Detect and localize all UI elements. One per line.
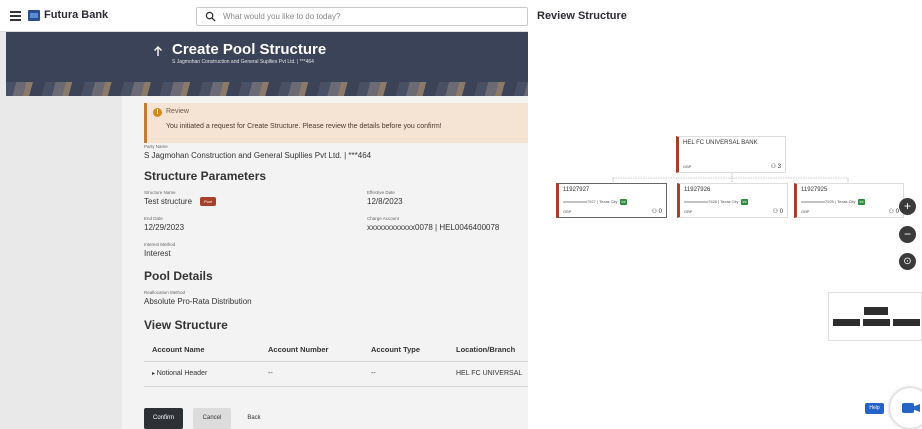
child-node-detail: xxxxxxxxxxxx7926 | Texas City Int — [684, 199, 749, 205]
child-node-currency: GBP — [684, 209, 693, 214]
content-card — [122, 96, 528, 429]
child-count: 0 — [658, 209, 662, 215]
view-structure-heading: View Structure — [144, 318, 228, 332]
child-node-account: 11927925 — [801, 187, 828, 193]
party-name-value: S Jagmohan Construction and General Supl… — [144, 151, 372, 160]
review-structure-panel: Review Structure HEL FC UNIVERSAL BANK G… — [528, 0, 922, 429]
col-account-name: Account Name — [152, 345, 205, 354]
effective-date-label: Effective Date — [367, 190, 395, 195]
int-badge: Int — [619, 199, 628, 205]
child-node[interactable]: 11927926 xxxxxxxxxxxx7926 | Texas City In… — [677, 183, 788, 218]
col-location-branch: Location/Branch — [456, 345, 516, 354]
search-placeholder: What would you like to do today? — [223, 12, 341, 21]
cancel-button[interactable]: Cancel — [193, 408, 231, 429]
hierarchy-icon: ⚇ — [888, 209, 896, 215]
hierarchy-icon: ⚇ — [772, 209, 780, 215]
child-node-account: 11927926 — [684, 187, 711, 193]
hierarchy-icon: ⚇ — [770, 164, 778, 170]
review-heading: Review — [166, 108, 189, 115]
end-date-value: 12/29/2023 — [144, 223, 185, 232]
pool-details-heading: Pool Details — [144, 269, 213, 283]
search-icon — [205, 11, 216, 22]
root-node-name: HEL FC UNIVERSAL BANK — [683, 140, 758, 146]
video-camera-icon — [902, 403, 914, 413]
help-button[interactable]: Help — [865, 403, 884, 414]
child-count: 0 — [779, 209, 783, 215]
int-badge: Int — [740, 199, 749, 205]
effective-date-value: 12/8/2023 — [367, 197, 403, 206]
minimap-node — [863, 319, 890, 326]
row-account-type: -- — [371, 370, 376, 377]
minimap-node — [833, 319, 860, 326]
confirm-button[interactable]: Confirm — [144, 408, 183, 429]
child-node-currency: GBP — [801, 209, 810, 214]
zoom-out-button[interactable]: − — [899, 226, 916, 243]
video-chat-button[interactable] — [890, 388, 922, 428]
root-node-currency: GBP — [683, 164, 692, 169]
reset-view-button[interactable]: ⊙ — [899, 253, 916, 270]
page-title: Create Pool Structure — [172, 41, 327, 58]
search-input[interactable]: What would you like to do today? — [196, 7, 528, 26]
main-pane: Futura Bank What would you like to do to… — [0, 0, 528, 429]
table-divider — [144, 386, 528, 387]
interest-method-value: Interest — [144, 249, 171, 258]
row-account-name: Notional Header — [156, 370, 208, 377]
child-node-detail-text: xxxxxxxxxxxx7927 | Texas City — [563, 199, 618, 205]
interest-method-label: Interest Method — [144, 242, 176, 247]
info-icon: ! — [153, 108, 162, 117]
root-node[interactable]: HEL FC UNIVERSAL BANK GBP ⚇ 3 — [676, 136, 786, 173]
review-alert: ! Review You initiated a request for Cre… — [144, 103, 528, 143]
end-date-label: End Date — [144, 216, 163, 221]
top-bar: Futura Bank What would you like to do to… — [0, 0, 528, 32]
child-node-detail: xxxxxxxxxxxx7925 | Texas City Int — [801, 199, 866, 205]
minimap-root — [864, 307, 888, 315]
minimap-node — [893, 319, 920, 326]
col-account-number: Account Number — [268, 345, 329, 354]
page-subtitle: S Jagmohan Construction and General Supl… — [172, 59, 314, 65]
bank-logo-icon — [28, 10, 40, 21]
structure-name-text: Test structure — [144, 197, 193, 206]
table-divider — [144, 361, 528, 362]
col-account-type: Account Type — [371, 345, 421, 354]
row-account-number: -- — [268, 370, 273, 377]
review-message: You initiated a request for Create Struc… — [166, 123, 442, 130]
pool-badge: Pool — [200, 197, 217, 207]
child-node-count: ⚇ 0 — [652, 208, 662, 215]
brand-name[interactable]: Futura Bank — [44, 9, 108, 21]
child-node-detail: xxxxxxxxxxxx7927 | Texas City Int — [563, 199, 628, 205]
banner-decoration — [6, 82, 528, 96]
minimap[interactable] — [828, 292, 922, 341]
int-badge: Int — [857, 199, 866, 205]
reallocation-method-value: Absolute Pro-Rata Distribution — [144, 297, 252, 306]
child-node[interactable]: 11927927 xxxxxxxxxxxx7927 | Texas City In… — [556, 183, 667, 218]
structure-name-value: Test structure Pool — [144, 197, 217, 207]
back-arrow-icon[interactable] — [153, 45, 163, 57]
child-node-count: ⚇ 0 — [773, 208, 783, 215]
charge-account-label: Charge Account — [367, 216, 400, 221]
party-name-label: Party Name — [144, 144, 168, 149]
child-node-detail-text: xxxxxxxxxxxx7926 | Texas City — [684, 199, 739, 205]
zoom-in-button[interactable]: + — [899, 198, 916, 215]
hierarchy-icon: ⚇ — [651, 209, 659, 215]
child-node-account: 11927927 — [563, 187, 590, 193]
child-node[interactable]: 11927925 xxxxxxxxxxxx7925 | Texas City In… — [794, 183, 904, 218]
back-button[interactable]: Back — [240, 408, 268, 429]
child-node-detail-text: xxxxxxxxxxxx7925 | Texas City — [801, 199, 856, 205]
charge-account-value: xxxxxxxxxxxx0078 | HEL0046400078 — [367, 223, 500, 232]
panel-title: Review Structure — [537, 10, 627, 22]
child-count: 0 — [895, 209, 899, 215]
root-node-count: ⚇ 3 — [771, 163, 781, 170]
table-row[interactable]: ▸ Notional Header — [152, 370, 207, 377]
video-camera-lens-icon — [914, 404, 920, 412]
row-branch: HEL FC UNIVERSAL — [456, 370, 523, 377]
menu-icon[interactable] — [10, 11, 21, 21]
structure-name-label: Structure Name — [144, 190, 176, 195]
root-child-count: 3 — [777, 164, 781, 170]
child-node-currency: GBP — [563, 209, 572, 214]
reallocation-method-label: Reallocation Method — [144, 290, 186, 295]
child-node-count: ⚇ 0 — [889, 208, 899, 215]
structure-params-heading: Structure Parameters — [144, 169, 267, 183]
